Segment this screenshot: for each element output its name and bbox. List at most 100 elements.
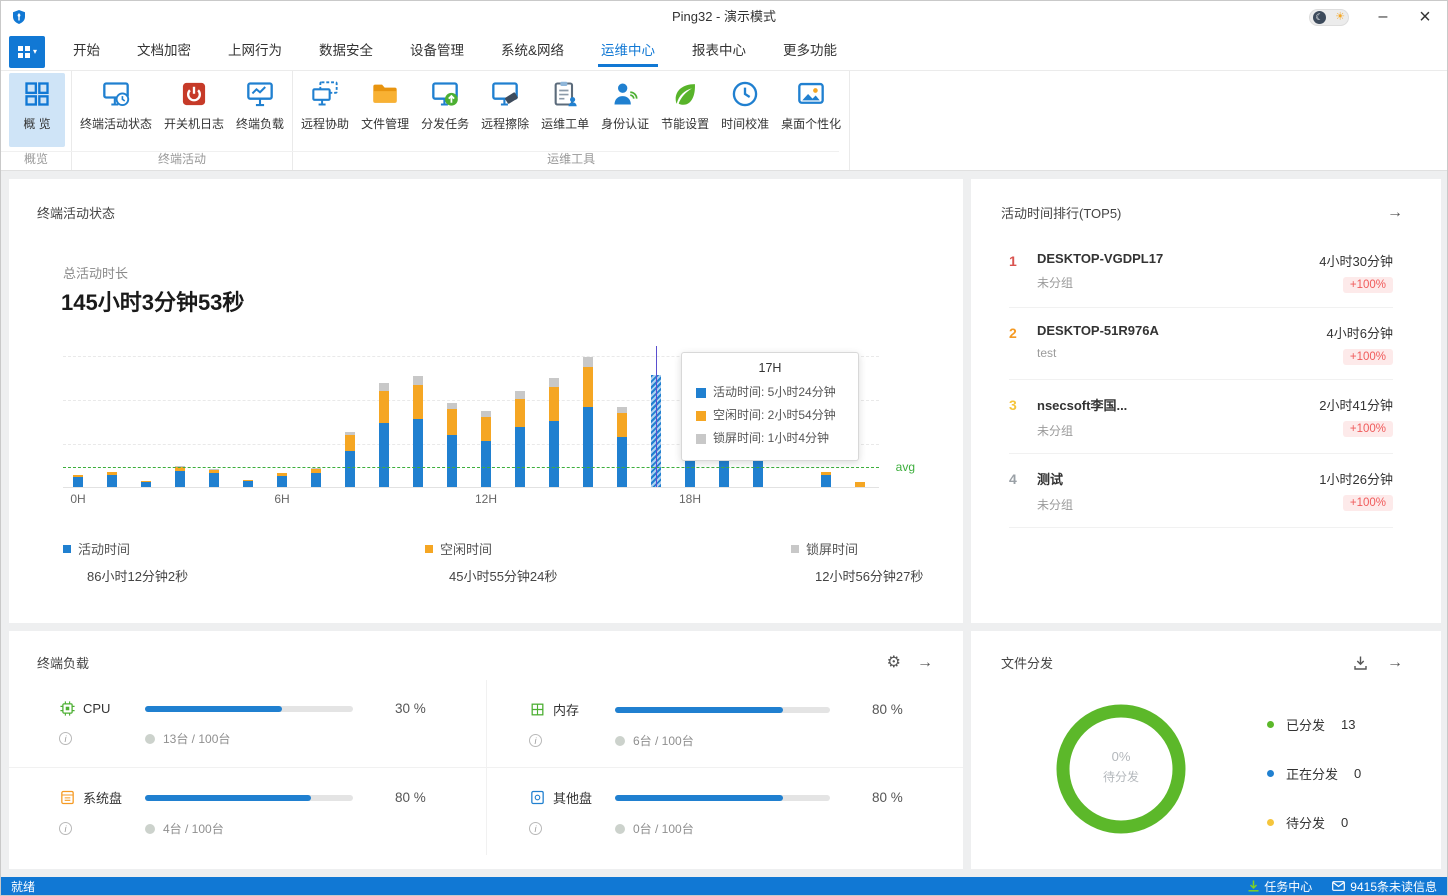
load-settings-gear-icon[interactable]	[887, 655, 901, 671]
distribute-task-button[interactable]: 分发任务	[415, 71, 475, 149]
chart-bar-hour-13[interactable]	[515, 391, 525, 487]
work-order-button[interactable]: 运维工单	[535, 71, 595, 149]
tab-device-mgmt[interactable]: 设备管理	[410, 33, 464, 71]
distributing-value: 0	[1354, 766, 1361, 781]
info-icon[interactable]	[59, 732, 72, 745]
identity-auth-button[interactable]: 身份认证	[595, 71, 655, 149]
chart-bar-hour-8[interactable]	[345, 432, 355, 487]
info-icon[interactable]	[529, 822, 542, 835]
chart-bar-hour-14[interactable]	[549, 378, 559, 487]
distributing-label: 正在分发	[1286, 764, 1338, 783]
ranking-row[interactable]: 1 DESKTOP-VGDPL17 未分组 4小时30分钟 +100%	[1009, 236, 1393, 308]
task-center-button[interactable]: 任务中心	[1248, 878, 1312, 895]
system-disk-percent: 80 %	[395, 790, 450, 805]
remote-assist-icon	[311, 80, 339, 108]
count-dot-icon	[145, 824, 155, 834]
mail-icon	[1332, 881, 1345, 891]
chart-bar-hour-9[interactable]	[379, 383, 389, 487]
load-more-arrow-icon[interactable]	[917, 655, 933, 671]
tab-more-features[interactable]: 更多功能	[783, 33, 837, 71]
theme-toggle[interactable]	[1309, 9, 1349, 26]
metric-memory: 内存 80 % 6台 / 100台	[486, 680, 963, 767]
cpu-threshold-bar[interactable]	[145, 706, 353, 712]
ranking-more-arrow-icon[interactable]	[1387, 205, 1403, 221]
activity-time: 2小时41分钟	[1319, 395, 1393, 414]
file-manage-button[interactable]: 文件管理	[355, 71, 415, 149]
chart-bar-hour-6[interactable]	[277, 473, 287, 487]
system-disk-count: 4台 / 100台	[163, 820, 224, 837]
info-icon[interactable]	[59, 822, 72, 835]
tab-web-behavior[interactable]: 上网行为	[228, 33, 282, 71]
terminal-name: DESKTOP-VGDPL17	[1037, 251, 1319, 266]
tab-start[interactable]: 开始	[73, 33, 100, 71]
work-order-icon	[551, 80, 579, 108]
chart-bar-hour-11[interactable]	[447, 403, 457, 487]
ribbon-group-overview: 概 览 概览	[1, 71, 72, 170]
total-activity-value: 145小时3分钟53秒	[61, 285, 244, 317]
info-icon[interactable]	[529, 734, 542, 747]
tab-data-security[interactable]: 数据安全	[319, 33, 373, 71]
chart-bar-hour-3[interactable]	[175, 466, 185, 487]
legend-idle: 空闲时间 45小时55分钟24秒	[425, 539, 557, 585]
other-disk-percent: 80 %	[872, 790, 927, 805]
minimize-button[interactable]	[1375, 8, 1391, 26]
metric-other-disk: 其他盘 80 % 0台 / 100台	[486, 767, 963, 855]
chart-bar-hour-2[interactable]	[141, 481, 151, 487]
energy-settings-button[interactable]: 节能设置	[655, 71, 715, 149]
distribution-donut: 0% 待分发	[1055, 703, 1187, 835]
legend-lock-label: 锁屏时间	[806, 539, 858, 558]
chart-bar-hour-7[interactable]	[311, 468, 321, 487]
count-dot-icon	[145, 734, 155, 744]
chart-bar-hour-16[interactable]	[617, 407, 627, 487]
tab-doc-encrypt[interactable]: 文档加密	[137, 33, 191, 71]
pending-value: 0	[1341, 815, 1348, 830]
power-log-button[interactable]: 开关机日志	[158, 71, 230, 149]
remote-wipe-button[interactable]: 远程擦除	[475, 71, 535, 149]
chart-bar-hour-12[interactable]	[481, 411, 491, 487]
distributed-label: 已分发	[1286, 715, 1325, 734]
chart-bar-hour-1[interactable]	[107, 472, 117, 487]
desktop-personalize-button[interactable]: 桌面个性化	[775, 71, 847, 149]
export-download-icon[interactable]	[1352, 655, 1369, 671]
file-distribution-card: 文件分发 0% 待分发 已分发	[971, 631, 1441, 869]
distribution-more-arrow-icon[interactable]	[1387, 655, 1403, 671]
chart-bar-hour-23[interactable]	[855, 482, 865, 487]
ranking-row[interactable]: 3 nsecsoft李国... 未分组 2小时41分钟 +100%	[1009, 380, 1393, 454]
statusbar: 就绪 任务中心 9415条未读信息	[1, 877, 1447, 895]
identity-auth-icon	[611, 80, 639, 108]
system-disk-threshold-bar[interactable]	[145, 795, 353, 801]
time-calibration-button[interactable]: 时间校准	[715, 71, 775, 149]
tab-system-network[interactable]: 系统&网络	[501, 33, 564, 71]
chart-bar-hour-4[interactable]	[209, 469, 219, 487]
terminal-activity-card: 终端活动状态 总活动时长 145小时3分钟53秒 avg 17H 活动时间: 5…	[9, 179, 963, 623]
tab-ops-center[interactable]: 运维中心	[601, 33, 655, 71]
dashboard-area: 终端活动状态 总活动时长 145小时3分钟53秒 avg 17H 活动时间: 5…	[1, 171, 1447, 877]
memory-threshold-bar[interactable]	[615, 707, 830, 713]
close-button[interactable]	[1417, 6, 1433, 29]
legend-distributing: 正在分发 0	[1267, 762, 1361, 784]
change-badge: +100%	[1343, 349, 1393, 365]
terminal-load-button[interactable]: 终端负载	[230, 71, 290, 149]
terminal-name: DESKTOP-51R976A	[1037, 323, 1327, 338]
app-menu-button[interactable]	[9, 36, 45, 68]
unread-messages-button[interactable]: 9415条未读信息	[1332, 878, 1437, 895]
tab-report-center[interactable]: 报表中心	[692, 33, 746, 71]
other-disk-threshold-bar[interactable]	[615, 795, 830, 801]
chart-bar-hour-5[interactable]	[243, 480, 253, 487]
tooltip-hour: 17H	[696, 361, 844, 375]
x-tick-label: 12H	[475, 492, 497, 506]
ranking-row[interactable]: 4 测试 未分组 1小时26分钟 +100%	[1009, 454, 1393, 528]
terminal-activity-status-button[interactable]: 终端活动状态	[74, 71, 158, 149]
chart-bar-hour-10[interactable]	[413, 376, 423, 487]
app-menu-grid-icon	[17, 45, 31, 59]
legend-idle-swatch	[425, 545, 433, 553]
cpu-percent: 30 %	[395, 701, 450, 716]
chart-bar-hour-0[interactable]	[73, 475, 83, 487]
remote-assist-button[interactable]: 远程协助	[295, 71, 355, 149]
change-badge: +100%	[1343, 495, 1393, 511]
terminal-name: 测试	[1037, 469, 1319, 488]
ranking-row[interactable]: 2 DESKTOP-51R976A test 4小时6分钟 +100%	[1009, 308, 1393, 380]
overview-button[interactable]: 概 览	[9, 73, 65, 147]
chart-bar-hour-22[interactable]	[821, 472, 831, 487]
metric-label: 系统盘	[83, 788, 122, 807]
